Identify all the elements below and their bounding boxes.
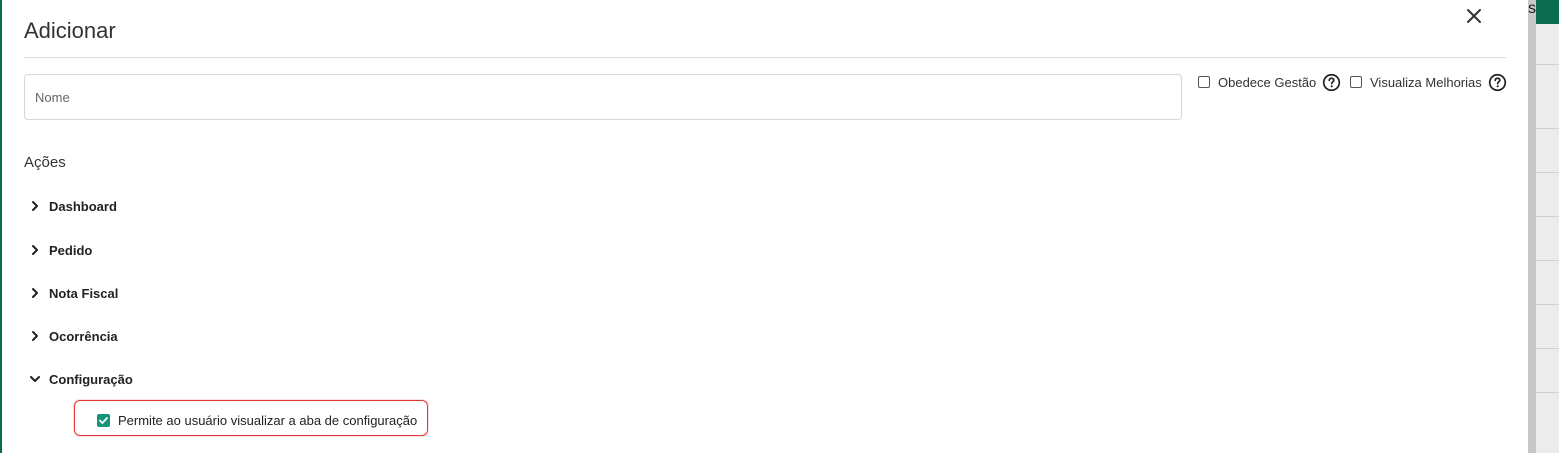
tree-item-label: Pedido (49, 242, 93, 258)
tree-item-label: Configuração (49, 371, 133, 387)
chevron-down-icon (30, 376, 40, 382)
chevron-right-icon (32, 201, 38, 211)
dialog-title: Adicionar (24, 18, 116, 43)
tree-item-label: Ocorrência (49, 328, 118, 344)
tree-item-dashboard[interactable]: Dashboard (28, 196, 117, 216)
visualiza-melhorias-checkbox[interactable] (1350, 76, 1362, 88)
option-visualiza-melhorias: Visualiza Melhorias (1350, 72, 1507, 92)
close-icon (1467, 9, 1481, 23)
close-button[interactable] (1464, 6, 1484, 26)
page: s Adicionar Obedece Gestão Visualiza Mel… (0, 0, 1559, 453)
tree-item-pedido[interactable]: Pedido (28, 240, 92, 260)
permission-configuracao[interactable]: Permite ao usuário visualizar a aba de c… (97, 413, 417, 428)
tree-item-label: Nota Fiscal (49, 285, 119, 301)
title-divider (24, 57, 1506, 58)
add-dialog: Adicionar Obedece Gestão Visualiza Melho… (0, 0, 1528, 453)
help-circle-icon[interactable] (1488, 73, 1507, 92)
check-icon (99, 417, 108, 424)
tree-item-configuracao[interactable]: Configuração (28, 369, 133, 389)
visualiza-melhorias-label: Visualiza Melhorias (1370, 74, 1482, 90)
background-header (1536, 0, 1559, 24)
permission-label: Permite ao usuário visualizar a aba de c… (118, 413, 418, 428)
chevron-right-icon (32, 331, 38, 341)
tree-item-nota-fiscal[interactable]: Nota Fiscal (28, 283, 118, 303)
background-app (1528, 0, 1559, 453)
chevron-right-icon (32, 245, 38, 255)
permission-checkbox-checked[interactable] (97, 414, 110, 427)
option-obedece-gestao: Obedece Gestão (1198, 72, 1341, 92)
background-table (1536, 24, 1559, 453)
name-input[interactable] (24, 74, 1182, 120)
help-circle-icon[interactable] (1322, 73, 1341, 92)
obedece-gestao-checkbox[interactable] (1198, 76, 1210, 88)
chevron-right-icon (32, 288, 38, 298)
tree-item-ocorrencia[interactable]: Ocorrência (28, 326, 118, 346)
background-partial-text: s (1528, 0, 1536, 17)
actions-heading: Ações (24, 154, 66, 171)
obedece-gestao-label: Obedece Gestão (1218, 74, 1317, 90)
tree-item-label: Dashboard (49, 198, 117, 214)
